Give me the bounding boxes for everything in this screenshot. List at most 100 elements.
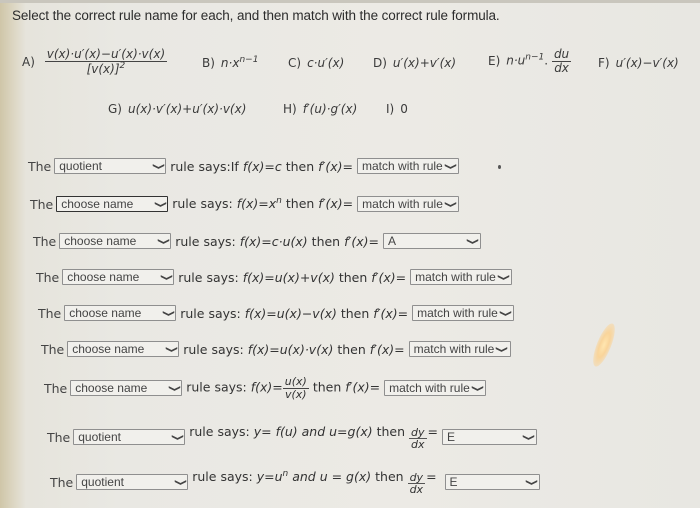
- chevron-down-icon: ❯: [165, 345, 179, 353]
- rule-name-select[interactable]: quotient ❯: [73, 429, 186, 445]
- the-label: The: [36, 269, 60, 285]
- select-value: choose name: [69, 306, 142, 320]
- derivative-label: f′(x)=: [344, 233, 379, 249]
- rule-says-text: rule says:: [189, 424, 250, 439]
- select-value: match with rule: [415, 270, 496, 284]
- the-label: The: [28, 158, 52, 174]
- rule-name-select[interactable]: quotient ❯: [54, 158, 167, 174]
- then-text: then: [311, 233, 341, 249]
- rule-says-text: rule says:: [175, 233, 236, 249]
- rule-formula-select[interactable]: match with rule ❯: [408, 341, 511, 357]
- top-border: [0, 0, 700, 3]
- chevron-down-icon: ❯: [471, 384, 485, 392]
- option-label: D): [373, 56, 387, 70]
- then-text: then: [285, 196, 315, 212]
- the-label: The: [44, 380, 68, 396]
- select-value: E: [447, 430, 456, 444]
- option-e: E) n·un−1. du dx: [488, 48, 572, 74]
- rule-formula-select[interactable]: match with rule ❯: [384, 380, 487, 397]
- fraction-denominator: dx: [411, 438, 425, 451]
- option-text: n·x: [220, 56, 240, 70]
- fraction-numerator: v(x)·u′(x)−u′(x)·v(x): [44, 47, 168, 62]
- derivative-label: f′(x)=: [318, 196, 354, 212]
- rule-name-select[interactable]: choose name ❯: [70, 380, 183, 397]
- function-def: y= f(u) and u=g(x): [253, 424, 373, 439]
- rule-formula-select[interactable]: E ❯: [444, 474, 540, 491]
- rule-name-select[interactable]: choose name ❯: [67, 341, 180, 357]
- rule-formula-select[interactable]: match with rule ❯: [357, 196, 460, 212]
- rule-statement: rule says: f(x)=u(x)−v(x) then f′(x)=: [180, 306, 408, 321]
- rule-row-quotient: The choose name ❯ rule says: f(x)= u(x) v(x…: [44, 376, 487, 401]
- chevron-down-icon: ❯: [497, 273, 511, 281]
- rule-formula-select[interactable]: match with rule ❯: [410, 269, 513, 285]
- the-label: The: [38, 305, 62, 321]
- rule-name-select[interactable]: choose name ❯: [56, 196, 169, 212]
- chevron-down-icon: ❯: [525, 478, 539, 486]
- chevron-down-icon: ❯: [157, 237, 171, 245]
- function-def: f(x)=c: [242, 158, 282, 174]
- rule-says-text: rule says:If: [170, 158, 239, 174]
- the-label: The: [50, 474, 74, 490]
- function-def: f(x)=x: [236, 196, 277, 212]
- option-a-fraction: v(x)·u′(x)−u′(x)·v(x) [v(x)]2: [44, 47, 168, 76]
- light-glare: [588, 321, 620, 369]
- rule-says-text: rule says:: [183, 341, 244, 357]
- select-value: choose name: [75, 381, 148, 396]
- rule-name-select[interactable]: choose name ❯: [62, 269, 175, 285]
- chevron-down-icon: ❯: [496, 345, 510, 353]
- equals-sign: =: [427, 424, 438, 439]
- option-text: u′(x)−v′(x): [615, 56, 679, 70]
- option-text: n·u: [506, 53, 526, 68]
- option-label: H): [283, 102, 297, 116]
- rule-formula-select[interactable]: E ❯: [442, 429, 537, 445]
- the-label: The: [41, 341, 65, 357]
- chevron-down-icon: ❯: [154, 200, 168, 208]
- rule-formula-select[interactable]: match with rule ❯: [357, 158, 460, 174]
- rule-formula-select[interactable]: A ❯: [382, 233, 481, 249]
- the-label: The: [33, 233, 57, 249]
- select-value: choose name: [67, 270, 140, 284]
- rule-statement: rule says:If f(x)=c then f′(x)=: [170, 159, 353, 174]
- rule-statement: rule says: f(x)=u(x)+v(x) then f′(x)=: [178, 270, 406, 285]
- rule-says-text: rule says:: [186, 379, 247, 395]
- select-value: match with rule: [362, 197, 443, 211]
- option-text: f′(u)·g′(x): [302, 102, 358, 116]
- option-label: I): [386, 102, 395, 116]
- chevron-down-icon: ❯: [171, 433, 185, 441]
- rule-says-text: rule says:: [172, 196, 233, 212]
- equals-sign: =: [426, 469, 437, 485]
- rule-says-text: rule says:: [192, 469, 253, 485]
- rule-formula-select[interactable]: match with rule ❯: [412, 305, 515, 321]
- rule-row-chain: The quotient ❯ rule says: y= f(u) and u=g…: [47, 424, 537, 450]
- rule-says-text: rule says:: [178, 269, 239, 285]
- dy-dx-fraction: dy dx: [407, 472, 426, 495]
- option-exponent: n−1: [239, 55, 259, 65]
- option-label: G): [108, 102, 122, 116]
- chevron-down-icon: ❯: [174, 478, 188, 486]
- dy-dx-fraction: dy dx: [409, 427, 427, 450]
- select-value: match with rule: [413, 342, 495, 356]
- rule-name-select[interactable]: choose name ❯: [64, 305, 177, 321]
- derivative-label: f′(x)=: [345, 379, 381, 395]
- the-label: The: [47, 429, 71, 445]
- fraction-denominator: v(x): [285, 387, 307, 401]
- select-value: quotient: [81, 475, 124, 490]
- rule-says-text: rule says:: [180, 305, 241, 321]
- rule-name-select[interactable]: quotient ❯: [76, 474, 189, 491]
- exponent: n: [276, 196, 282, 207]
- option-text: 0: [400, 102, 408, 116]
- then-text: then: [285, 158, 315, 174]
- chevron-down-icon: ❯: [444, 162, 458, 170]
- function-def: f(x)=u(x)+v(x): [242, 269, 335, 285]
- chevron-down-icon: ❯: [467, 237, 481, 245]
- denominator-text: [v(x)]: [86, 61, 120, 76]
- derivative-label: f′(x)=: [369, 341, 405, 357]
- rule-name-select[interactable]: choose name ❯: [59, 233, 172, 249]
- derivative-label: f′(x)=: [318, 158, 354, 174]
- option-text: u(x)·v′(x)+u′(x)·v(x): [127, 102, 247, 116]
- rule-row-product: The choose name ❯ rule says: f(x)=u(x)·v(…: [41, 341, 511, 357]
- then-text: then: [338, 269, 368, 285]
- option-label: F): [598, 56, 610, 70]
- the-label: The: [30, 196, 54, 212]
- option-c: C) c·u′(x): [288, 56, 344, 70]
